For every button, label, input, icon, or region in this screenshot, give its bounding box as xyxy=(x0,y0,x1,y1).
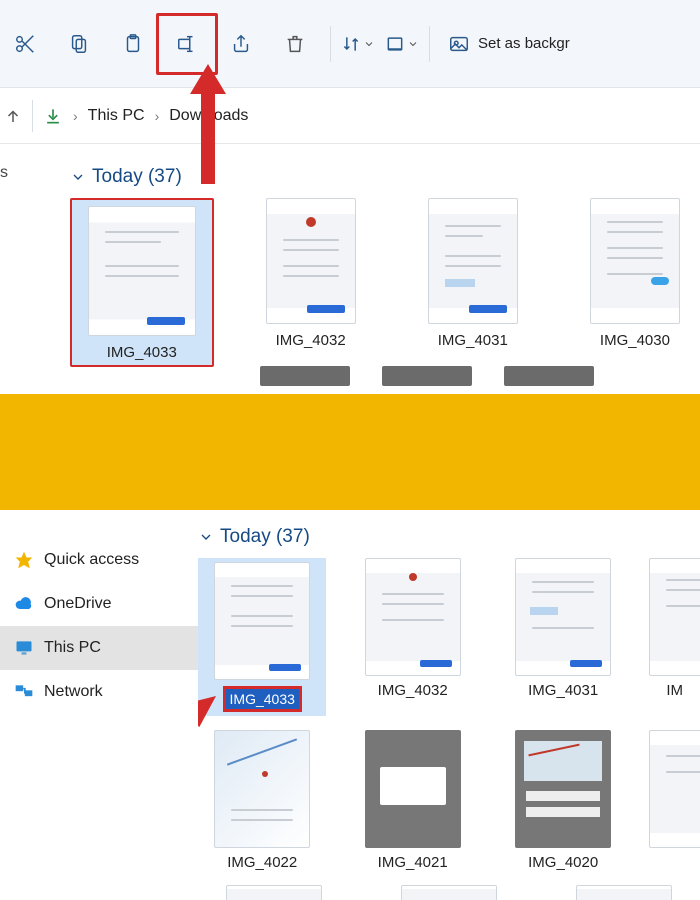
scissors-icon xyxy=(14,33,36,55)
file-item[interactable]: IMG_4022 xyxy=(198,730,326,871)
file-item[interactable]: IMG_4032 xyxy=(348,558,476,716)
group-label: Today (37) xyxy=(92,166,182,188)
group-header-today[interactable]: Today (37) xyxy=(198,526,700,548)
file-caption: IMG_4031 xyxy=(408,332,538,349)
file-thumbnail xyxy=(590,198,680,324)
file-grid: Today (37) IMG_4033 xyxy=(198,510,700,900)
picture-icon xyxy=(448,33,470,55)
file-item[interactable]: IMG_4030 xyxy=(570,198,700,367)
sidebar-item-thispc[interactable]: This PC xyxy=(0,626,198,670)
rename-button[interactable] xyxy=(162,19,212,69)
sidebar-label: OneDrive xyxy=(44,595,112,613)
chevron-down-icon xyxy=(70,169,86,185)
file-item[interactable]: IMG_4021 xyxy=(348,730,476,871)
file-caption: IMG_4033 xyxy=(72,344,212,361)
file-panel-bottom: Quick access OneDrive This PC Network To… xyxy=(0,510,700,900)
sidebar-label: This PC xyxy=(44,639,101,657)
breadcrumb-bar: › This PC › Downloads xyxy=(0,88,700,144)
file-caption: IMG_4031 xyxy=(499,682,627,699)
file-thumbnail xyxy=(214,730,310,848)
toolbar-divider xyxy=(330,26,331,62)
cut-button[interactable] xyxy=(0,19,50,69)
paste-button[interactable] xyxy=(108,19,158,69)
share-icon xyxy=(230,33,252,55)
copy-button[interactable] xyxy=(54,19,104,69)
file-panel-top: s Today (37) IMG_4033 IMG_4032 xyxy=(0,144,700,394)
up-icon[interactable] xyxy=(4,107,22,125)
file-caption: IMG_4022 xyxy=(198,854,326,871)
breadcrumb-thispc[interactable]: This PC xyxy=(88,107,145,125)
sort-button[interactable] xyxy=(341,34,375,54)
file-thumbnail xyxy=(365,730,461,848)
file-thumbnail xyxy=(515,730,611,848)
sidebar-label: Quick access xyxy=(44,551,139,569)
file-caption: IMG_4021 xyxy=(348,854,476,871)
chevron-down-icon xyxy=(198,529,214,545)
file-item[interactable]: IM xyxy=(649,558,700,716)
star-icon xyxy=(14,550,34,570)
sort-icon xyxy=(341,34,361,54)
file-thumbnail xyxy=(576,885,672,900)
trash-icon xyxy=(284,33,306,55)
breadcrumb-downloads[interactable]: Downloads xyxy=(169,107,248,125)
file-item-selected[interactable]: IMG_4033 xyxy=(70,198,214,367)
breadcrumb-sep: › xyxy=(155,108,160,124)
download-icon xyxy=(43,106,63,126)
file-item[interactable] xyxy=(649,730,700,871)
group-label: Today (37) xyxy=(220,526,310,548)
group-header-today[interactable]: Today (37) xyxy=(70,166,700,188)
set-background-label: Set as backgr xyxy=(478,35,570,52)
file-thumbnail xyxy=(428,198,518,324)
file-thumbnail xyxy=(401,885,497,900)
file-item-renaming[interactable]: IMG_4033 xyxy=(198,558,326,716)
file-item[interactable]: IMG_4031 xyxy=(499,558,627,716)
view-button[interactable] xyxy=(385,34,419,54)
file-thumbnail xyxy=(226,885,322,900)
file-thumbnail xyxy=(515,558,611,676)
chevron-down-icon xyxy=(407,38,419,50)
rename-textbox[interactable]: IMG_4033 xyxy=(223,686,302,712)
file-item[interactable]: IMG_4032 xyxy=(246,198,376,367)
delete-button[interactable] xyxy=(270,19,320,69)
layout-icon xyxy=(385,34,405,54)
file-item[interactable]: IMG_4031 xyxy=(408,198,538,367)
copy-icon xyxy=(68,33,90,55)
toolbar-divider xyxy=(429,26,430,62)
file-thumbnail xyxy=(266,198,356,324)
network-icon xyxy=(14,682,34,702)
sidebar-item-network[interactable]: Network xyxy=(0,670,198,714)
annotation-highlight-box xyxy=(156,13,218,75)
breadcrumb-sep: › xyxy=(73,108,78,124)
file-row-partial xyxy=(260,366,594,394)
file-caption: IMG_4032 xyxy=(348,682,476,699)
file-caption: IMG_4020 xyxy=(499,854,627,871)
sidebar-fragment: s xyxy=(0,164,18,182)
sidebar-item-onedrive[interactable]: OneDrive xyxy=(0,582,198,626)
file-caption: IMG_4032 xyxy=(246,332,376,349)
monitor-icon xyxy=(14,638,34,658)
file-thumbnail xyxy=(88,206,196,336)
file-caption: IM xyxy=(649,682,700,699)
file-thumbnail xyxy=(649,730,700,848)
sidebar-label: Network xyxy=(44,683,103,701)
sidebar-item-quickaccess[interactable]: Quick access xyxy=(0,538,198,582)
cloud-icon xyxy=(14,594,34,614)
file-thumbnail xyxy=(649,558,700,676)
chevron-down-icon xyxy=(363,38,375,50)
nav-sidebar: Quick access OneDrive This PC Network xyxy=(0,510,198,900)
clipboard-icon xyxy=(122,33,144,55)
file-thumbnail xyxy=(214,562,310,680)
file-item[interactable]: IMG_4020 xyxy=(499,730,627,871)
set-background-button[interactable]: Set as backgr xyxy=(448,33,570,55)
file-caption: IMG_4030 xyxy=(570,332,700,349)
share-button[interactable] xyxy=(216,19,266,69)
separator-band xyxy=(0,394,700,510)
file-thumbnail xyxy=(365,558,461,676)
command-toolbar: Set as backgr xyxy=(0,0,700,88)
